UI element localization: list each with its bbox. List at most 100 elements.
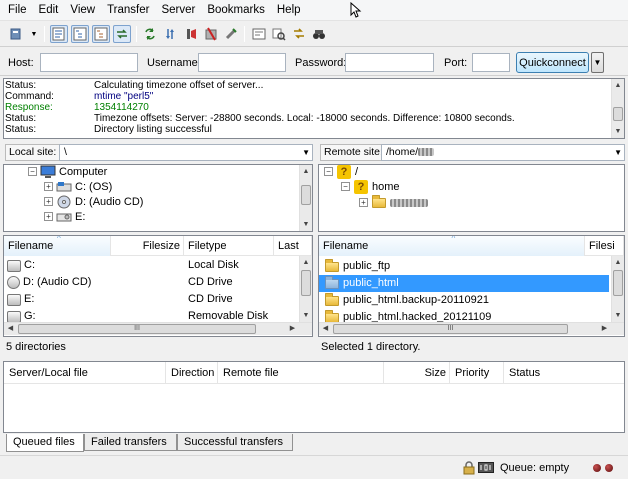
- menu-bookmarks[interactable]: Bookmarks: [201, 4, 271, 16]
- remote-file-list-hscrollbar[interactable]: ◀ III ▶: [319, 322, 624, 335]
- cd-drive-icon: [56, 195, 72, 209]
- table-row[interactable]: public_html.backup-20110921: [319, 292, 609, 309]
- toggle-remote-tree-icon[interactable]: [92, 25, 110, 43]
- column-remote-file[interactable]: Remote file: [218, 362, 384, 384]
- username-label: Username:: [147, 57, 201, 69]
- hard-drive-icon: [56, 180, 72, 194]
- collapse-icon[interactable]: −: [324, 167, 333, 176]
- process-queue-icon[interactable]: [162, 25, 180, 43]
- tab-failed-transfers[interactable]: Failed transfers: [84, 434, 177, 451]
- host-input[interactable]: [40, 53, 138, 72]
- local-file-list-vscrollbar[interactable]: ▲ ▼: [299, 256, 312, 322]
- log-scrollbar[interactable]: ▲ ▼: [611, 79, 624, 138]
- local-status-text: 5 directories: [3, 339, 313, 356]
- cd-drive-icon: [7, 293, 21, 306]
- site-manager-dropdown-icon[interactable]: ▼: [28, 25, 40, 43]
- unknown-folder-icon: ?: [353, 179, 369, 194]
- expand-icon[interactable]: +: [359, 198, 368, 207]
- expand-icon[interactable]: +: [44, 212, 53, 221]
- table-row[interactable]: E: CD Drive: [4, 291, 298, 308]
- toggle-message-log-icon[interactable]: [50, 25, 68, 43]
- disconnect-icon[interactable]: [202, 25, 220, 43]
- chevron-down-icon: ▼: [302, 148, 310, 157]
- column-status[interactable]: Status: [504, 362, 624, 384]
- column-direction[interactable]: Direction: [166, 362, 218, 384]
- receive-indicator-icon: [593, 464, 601, 472]
- cd-drive-icon: [56, 210, 72, 224]
- local-site-path-combo[interactable]: \ ▼: [59, 144, 313, 161]
- password-input[interactable]: [345, 53, 434, 72]
- removable-disk-icon: [7, 310, 21, 323]
- tree-item-drive[interactable]: + D: (Audio CD): [44, 194, 143, 209]
- column-last-modified[interactable]: Last: [274, 236, 312, 256]
- menu-view[interactable]: View: [64, 4, 101, 16]
- folder-icon: [324, 292, 340, 308]
- username-input[interactable]: [198, 53, 286, 72]
- expand-icon[interactable]: +: [44, 197, 53, 206]
- directory-filter-icon[interactable]: [250, 25, 268, 43]
- refresh-icon[interactable]: [141, 25, 159, 43]
- toggle-local-tree-icon[interactable]: [71, 25, 89, 43]
- table-row[interactable]: public_ftp: [319, 258, 609, 275]
- collapse-icon[interactable]: −: [341, 182, 350, 191]
- quickconnect-dropdown-icon[interactable]: ▼: [591, 52, 604, 73]
- remote-site-path-combo[interactable]: /home/ ▼: [381, 144, 625, 161]
- unknown-folder-icon: ?: [336, 165, 352, 179]
- directory-comparison-icon[interactable]: [270, 25, 288, 43]
- collapse-icon[interactable]: −: [28, 167, 37, 176]
- column-filesize[interactable]: Filesize: [111, 236, 184, 256]
- quickconnect-button[interactable]: Quickconnect: [516, 52, 589, 73]
- port-input[interactable]: [472, 53, 510, 72]
- chevron-down-icon: ▼: [614, 148, 622, 157]
- mouse-cursor-icon: [350, 2, 362, 18]
- status-bar: Queue: empty: [0, 455, 628, 479]
- menu-server[interactable]: Server: [155, 4, 201, 16]
- menu-edit[interactable]: Edit: [33, 4, 65, 16]
- remote-site-label: Remote site:: [320, 144, 387, 161]
- tree-item-root[interactable]: − ? /: [324, 165, 358, 179]
- tree-item-home[interactable]: − ? home: [341, 179, 400, 194]
- reconnect-icon[interactable]: [222, 25, 240, 43]
- local-directory-tree: − Computer + C: (OS) + D: (Audio CD) + E…: [3, 164, 313, 232]
- local-file-list-hscrollbar[interactable]: ◀ III ▶: [4, 322, 312, 335]
- tree-item-drive[interactable]: + E:: [44, 209, 85, 224]
- toggle-transfer-queue-icon[interactable]: [113, 25, 131, 43]
- stop-icon[interactable]: [182, 25, 200, 43]
- local-site-bar: Local site: \ ▼: [3, 143, 313, 163]
- search-remote-files-icon[interactable]: [310, 25, 328, 43]
- menu-bar: File Edit View Transfer Server Bookmarks…: [0, 0, 628, 21]
- column-filesize[interactable]: Filesi: [585, 236, 624, 256]
- menu-transfer[interactable]: Transfer: [101, 4, 155, 16]
- tree-item-computer[interactable]: − Computer: [28, 165, 107, 179]
- remote-status-text: Selected 1 directory.: [318, 339, 625, 356]
- queue-status-text: Queue: empty: [500, 462, 570, 474]
- table-row[interactable]: public_html: [319, 275, 609, 292]
- tree-item-drive[interactable]: + C: (OS): [44, 179, 112, 194]
- site-manager-icon[interactable]: [8, 25, 26, 43]
- column-size[interactable]: Size: [384, 362, 450, 384]
- password-label: Password:: [295, 57, 347, 69]
- remote-file-list-vscrollbar[interactable]: ▲ ▼: [611, 256, 624, 322]
- expand-icon[interactable]: +: [44, 182, 53, 191]
- tab-successful-transfers[interactable]: Successful transfers: [177, 434, 293, 451]
- binary-mode-icon: [478, 462, 494, 473]
- table-row[interactable]: D: (Audio CD) CD Drive: [4, 274, 298, 291]
- folder-icon: [371, 194, 387, 210]
- column-priority[interactable]: Priority: [450, 362, 504, 384]
- column-server-local-file[interactable]: Server/Local file: [4, 362, 166, 384]
- tab-queued-files[interactable]: Queued files: [6, 434, 84, 452]
- menu-file[interactable]: File: [2, 4, 33, 16]
- local-tree-scrollbar[interactable]: ▲ ▼: [299, 165, 312, 231]
- synchronized-browsing-icon[interactable]: [290, 25, 308, 43]
- local-site-label: Local site:: [5, 144, 61, 161]
- tree-item-user-folder[interactable]: +: [359, 194, 428, 210]
- column-filename[interactable]: ^ Filename: [319, 236, 585, 256]
- column-filetype[interactable]: Filetype: [184, 236, 274, 256]
- remote-file-list: ^ Filename Filesi public_ftp public_html…: [318, 235, 625, 337]
- redacted-folder-name: [390, 198, 428, 207]
- column-filename[interactable]: ^ Filename: [4, 236, 111, 256]
- table-row[interactable]: C: Local Disk: [4, 257, 298, 274]
- local-file-list: ^ Filename Filesize Filetype Last C: Loc…: [3, 235, 313, 337]
- cd-drive-icon: [7, 276, 20, 289]
- menu-help[interactable]: Help: [271, 4, 307, 16]
